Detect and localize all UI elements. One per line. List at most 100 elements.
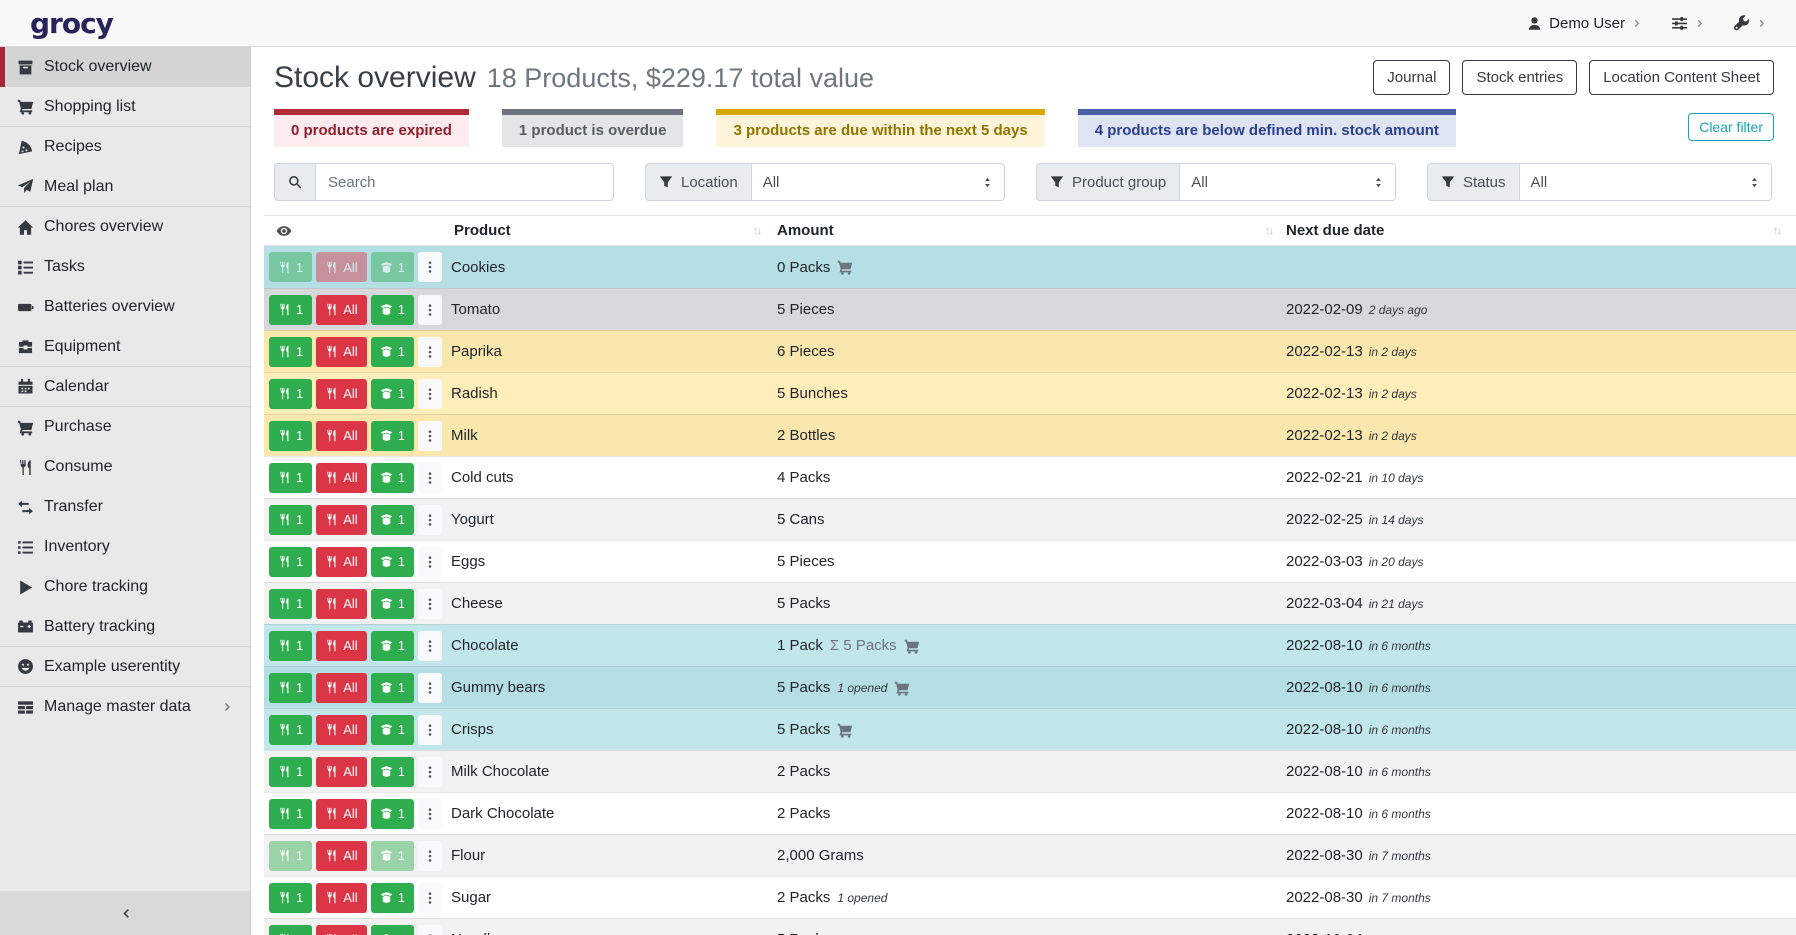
row-menu-button[interactable]	[418, 505, 442, 535]
consume-all-button[interactable]: All	[316, 925, 366, 935]
consume-all-button[interactable]: All	[316, 295, 366, 325]
sidebar-item-battery-tracking[interactable]: Battery tracking	[0, 607, 250, 647]
open-one-button[interactable]: 1	[371, 547, 414, 577]
row-menu-button[interactable]	[418, 673, 442, 703]
sidebar-item-consume[interactable]: Consume	[0, 447, 250, 487]
row-menu-button[interactable]	[418, 337, 442, 367]
consume-one-button[interactable]: 1	[269, 715, 312, 745]
row-menu-button[interactable]	[418, 252, 442, 282]
filter-status-select[interactable]: All	[1519, 163, 1772, 201]
column-visibility-header[interactable]	[264, 216, 446, 245]
sidebar-item-calendar[interactable]: Calendar	[0, 367, 250, 407]
consume-one-button[interactable]: 1	[269, 883, 312, 913]
sidebar-item-inventory[interactable]: Inventory	[0, 527, 250, 567]
journal-button[interactable]: Journal	[1373, 60, 1450, 95]
search-input[interactable]	[315, 163, 614, 201]
consume-all-button[interactable]: All	[316, 463, 366, 493]
admin-menu[interactable]	[1734, 15, 1768, 31]
row-menu-button[interactable]	[418, 841, 442, 871]
sidebar-item-chores-overview[interactable]: Chores overview	[0, 207, 250, 247]
open-one-button[interactable]: 1	[371, 673, 414, 703]
sidebar-item-purchase[interactable]: Purchase	[0, 407, 250, 447]
consume-one-button[interactable]: 1	[269, 463, 312, 493]
consume-all-button[interactable]: All	[316, 337, 366, 367]
row-menu-button[interactable]	[418, 547, 442, 577]
row-menu-button[interactable]	[418, 799, 442, 829]
row-menu-button[interactable]	[418, 379, 442, 409]
consume-all-button[interactable]: All	[316, 379, 366, 409]
consume-one-button[interactable]: 1	[269, 589, 312, 619]
eye-icon[interactable]	[276, 223, 292, 239]
consume-one-button[interactable]: 1	[269, 925, 312, 935]
consume-one-button[interactable]: 1	[269, 379, 312, 409]
consume-one-button[interactable]: 1	[269, 421, 312, 451]
settings-menu[interactable]	[1671, 15, 1706, 32]
column-header-next-due-date[interactable]: Next due date↑↓	[1281, 216, 1796, 245]
open-one-button[interactable]: 1	[371, 883, 414, 913]
row-menu-button[interactable]	[418, 631, 442, 661]
sidebar-item-equipment[interactable]: Equipment	[0, 327, 250, 367]
open-one-button[interactable]: 1	[371, 757, 414, 787]
consume-one-button[interactable]: 1	[269, 505, 312, 535]
status-banner-1-product-is-overdue[interactable]: 1 product is overdue	[502, 109, 684, 147]
sidebar-item-shopping-list[interactable]: Shopping list	[0, 87, 250, 127]
user-menu[interactable]: Demo User	[1527, 15, 1643, 32]
consume-all-button[interactable]: All	[316, 589, 366, 619]
consume-all-button[interactable]: All	[316, 505, 366, 535]
open-one-button[interactable]: 1	[371, 421, 414, 451]
open-one-button[interactable]: 1	[371, 631, 414, 661]
clear-filter-button[interactable]: Clear filter	[1688, 113, 1774, 141]
sidebar-item-transfer[interactable]: Transfer	[0, 487, 250, 527]
column-header-amount[interactable]: Amount↑↓	[769, 216, 1281, 245]
row-menu-button[interactable]	[418, 589, 442, 619]
consume-all-button[interactable]: All	[316, 883, 366, 913]
status-banner-3-products-are-due-within-the-next-5-days[interactable]: 3 products are due within the next 5 day…	[716, 109, 1044, 147]
consume-all-button[interactable]: All	[316, 799, 366, 829]
consume-all-button[interactable]: All	[316, 715, 366, 745]
app-logo[interactable]: grocy	[30, 7, 113, 40]
sidebar-item-stock-overview[interactable]: Stock overview	[0, 47, 250, 87]
status-banner-0-products-are-expired[interactable]: 0 products are expired	[274, 109, 469, 147]
sidebar-item-chore-tracking[interactable]: Chore tracking	[0, 567, 250, 607]
consume-all-button[interactable]: All	[316, 631, 366, 661]
consume-one-button[interactable]: 1	[269, 757, 312, 787]
consume-all-button[interactable]: All	[316, 673, 366, 703]
consume-one-button[interactable]: 1	[269, 547, 312, 577]
open-one-button[interactable]: 1	[371, 925, 414, 935]
row-menu-button[interactable]	[418, 925, 442, 935]
sidebar-item-example-userentity[interactable]: Example userentity	[0, 647, 250, 687]
sidebar-item-recipes[interactable]: Recipes	[0, 127, 250, 167]
location-content-sheet-button[interactable]: Location Content Sheet	[1589, 60, 1774, 95]
consume-one-button[interactable]: 1	[269, 337, 312, 367]
row-menu-button[interactable]	[418, 421, 442, 451]
sidebar-item-tasks[interactable]: Tasks	[0, 247, 250, 287]
row-menu-button[interactable]	[418, 463, 442, 493]
row-menu-button[interactable]	[418, 883, 442, 913]
consume-all-button[interactable]: All	[316, 547, 366, 577]
open-one-button[interactable]: 1	[371, 337, 414, 367]
sidebar-item-manage-master-data[interactable]: Manage master data	[0, 687, 250, 727]
row-menu-button[interactable]	[418, 715, 442, 745]
consume-one-button[interactable]: 1	[269, 799, 312, 829]
open-one-button[interactable]: 1	[371, 505, 414, 535]
open-one-button[interactable]: 1	[371, 295, 414, 325]
sidebar-item-batteries-overview[interactable]: Batteries overview	[0, 287, 250, 327]
row-menu-button[interactable]	[418, 295, 442, 325]
consume-one-button[interactable]: 1	[269, 673, 312, 703]
open-one-button[interactable]: 1	[371, 463, 414, 493]
sidebar-item-meal-plan[interactable]: Meal plan	[0, 167, 250, 207]
filter-product-group-select[interactable]: All	[1179, 163, 1396, 201]
consume-one-button[interactable]: 1	[269, 631, 312, 661]
consume-all-button[interactable]: All	[316, 757, 366, 787]
open-one-button[interactable]: 1	[371, 715, 414, 745]
consume-all-button[interactable]: All	[316, 841, 366, 871]
column-header-product[interactable]: Product↑↓	[446, 216, 769, 245]
open-one-button[interactable]: 1	[371, 379, 414, 409]
sidebar-collapse-button[interactable]	[0, 891, 250, 935]
stock-entries-button[interactable]: Stock entries	[1462, 60, 1577, 95]
open-one-button[interactable]: 1	[371, 589, 414, 619]
status-banner-4-products-are-below-defined-min-stock-amount[interactable]: 4 products are below defined min. stock …	[1078, 109, 1456, 147]
consume-all-button[interactable]: All	[316, 421, 366, 451]
open-one-button[interactable]: 1	[371, 799, 414, 829]
consume-one-button[interactable]: 1	[269, 295, 312, 325]
